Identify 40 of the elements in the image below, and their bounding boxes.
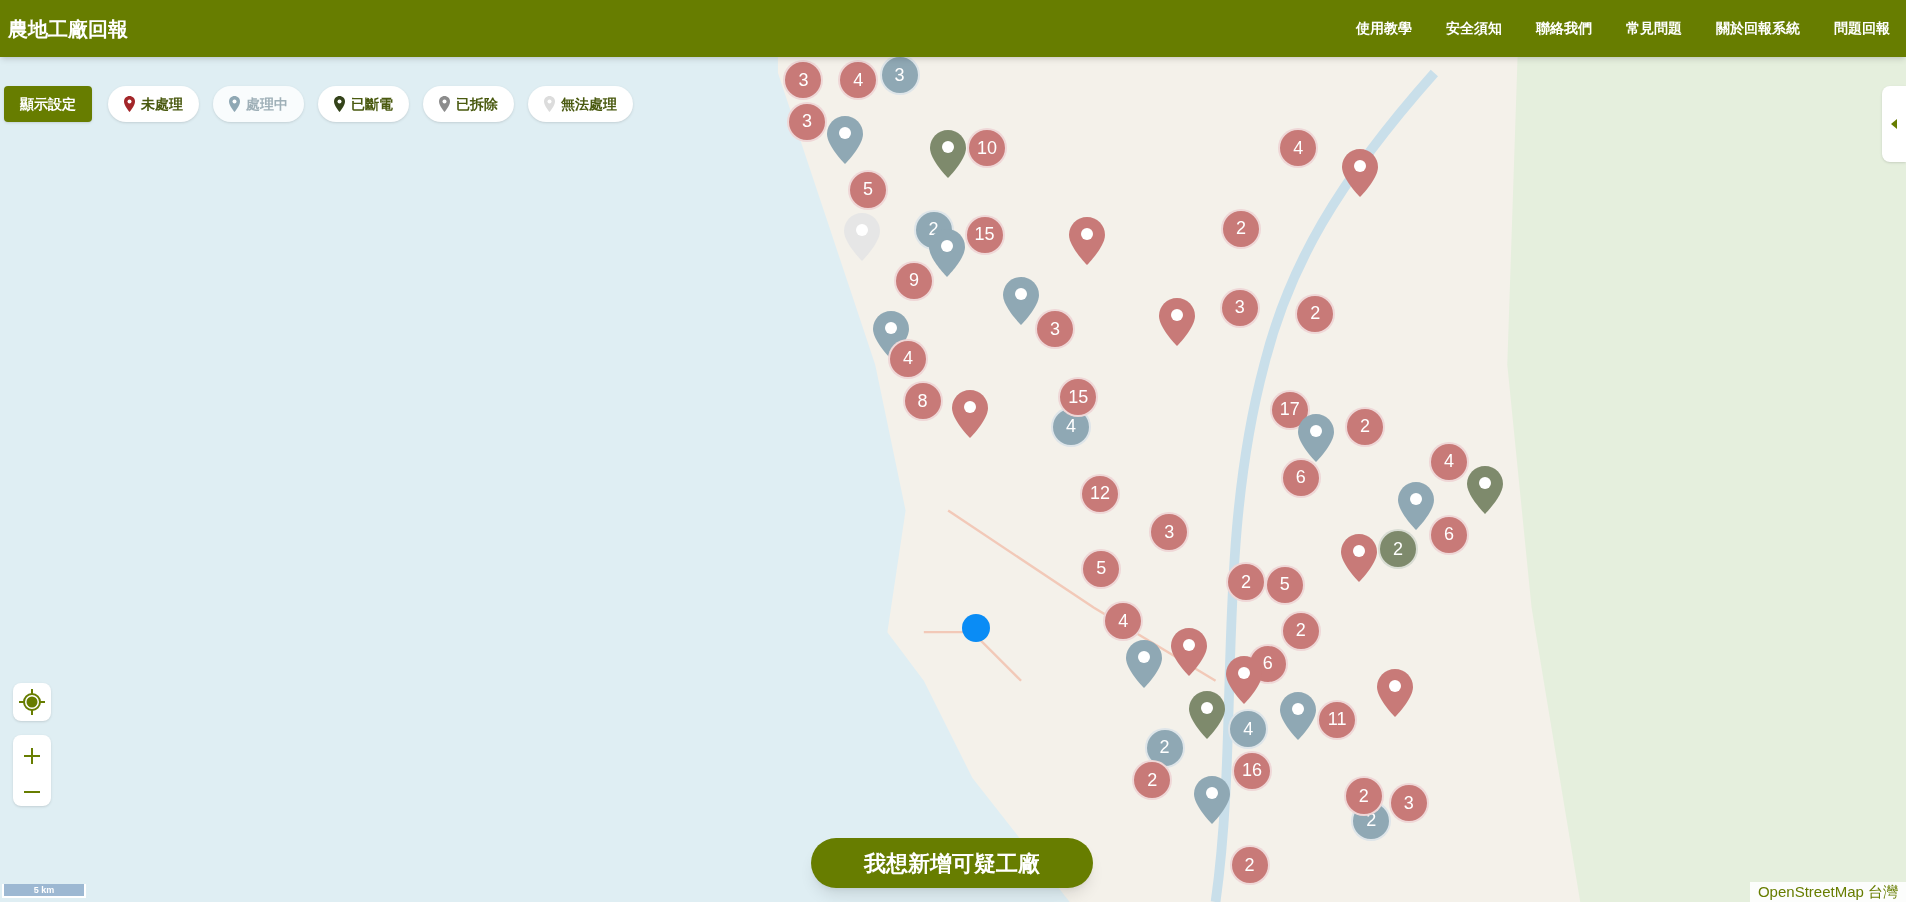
status-filter-chip[interactable]: 無法處理 xyxy=(528,86,633,122)
display-settings-button[interactable]: 顯示設定 xyxy=(4,86,92,122)
map-pin[interactable] xyxy=(826,116,863,165)
map-pin[interactable] xyxy=(1225,655,1262,704)
map-pin[interactable] xyxy=(1298,413,1335,462)
status-filter-chip[interactable]: 已斷電 xyxy=(318,86,409,122)
nav-link[interactable]: 使用教學 xyxy=(1356,18,1412,39)
nav-link[interactable]: 聯絡我們 xyxy=(1536,18,1592,39)
locate-button[interactable] xyxy=(13,683,51,721)
nav-link[interactable]: 問題回報 xyxy=(1834,18,1890,39)
panel-toggle-button[interactable] xyxy=(1882,86,1906,162)
nav-link[interactable]: 常見問題 xyxy=(1626,18,1682,39)
map-pin[interactable] xyxy=(1170,627,1207,676)
map-pin[interactable] xyxy=(1189,691,1226,740)
map-pin[interactable] xyxy=(1467,466,1504,515)
map-pin[interactable] xyxy=(1342,148,1379,197)
map-pin[interactable] xyxy=(1193,776,1230,825)
map-pin[interactable] xyxy=(1398,482,1435,530)
map-pin[interactable] xyxy=(1125,640,1162,689)
map-pin[interactable] xyxy=(1158,298,1195,347)
status-filter-chip[interactable]: 未處理 xyxy=(108,86,199,122)
locate-icon xyxy=(18,688,46,716)
app-title: 農地工廠回報 xyxy=(8,16,128,42)
map-pin[interactable] xyxy=(930,129,967,178)
add-factory-button[interactable]: 我想新增可疑工廠 xyxy=(811,838,1093,888)
status-filter-chip[interactable]: 處理中 xyxy=(213,86,304,122)
status-filter-chip[interactable]: 已拆除 xyxy=(423,86,514,122)
map-pin[interactable] xyxy=(1280,692,1317,741)
map-pin[interactable] xyxy=(1068,217,1105,266)
map-pin[interactable] xyxy=(952,389,988,438)
map-attribution: OpenStreetMap 台灣 xyxy=(1749,882,1906,902)
caret-icon xyxy=(1891,119,1897,129)
scale-bar: 5 km xyxy=(2,884,86,898)
zoom-in-icon[interactable] xyxy=(23,747,41,766)
map-pin[interactable] xyxy=(1377,669,1414,718)
nav-link[interactable]: 關於回報系統 xyxy=(1716,18,1800,39)
nav-link[interactable]: 安全須知 xyxy=(1446,18,1502,39)
map-pin[interactable] xyxy=(1341,534,1377,583)
map-pin[interactable] xyxy=(1003,276,1040,325)
zoom-out-icon[interactable] xyxy=(23,789,41,794)
